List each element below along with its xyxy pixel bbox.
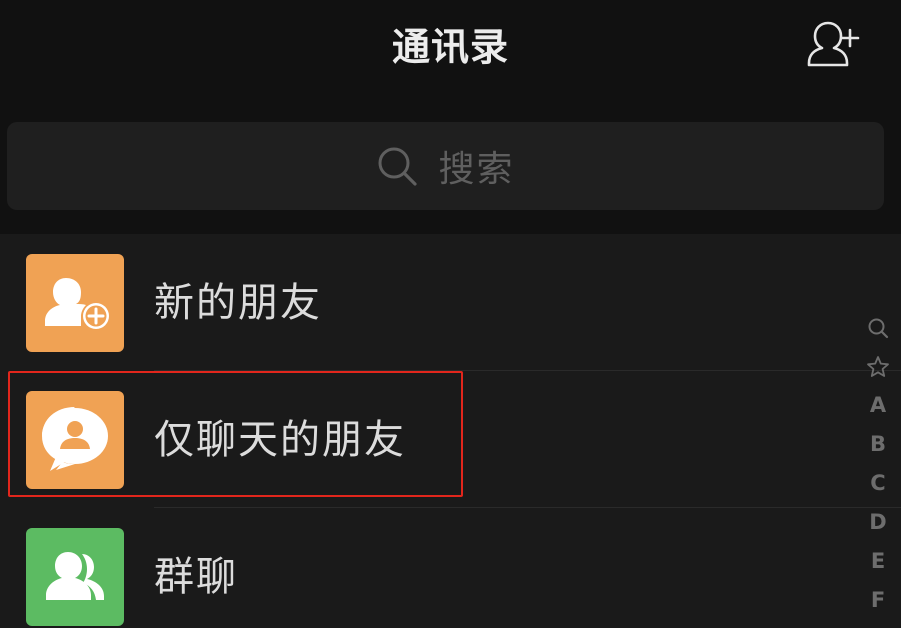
avatar [26,391,124,489]
search-placeholder: 搜索 [438,149,515,190]
list-item-group-chats[interactable]: 群聊 [0,508,901,628]
page-title: 通讯录 [391,25,509,69]
add-contact-button[interactable] [802,16,866,72]
list-item-label: 仅聊天的朋友 [154,417,406,463]
contacts-screen: 通讯录 搜索 新的朋友 仅聊天的朋友 群聊 A B C D E F [0,0,901,628]
list-item-label: 群聊 [154,554,238,600]
list-item-label: 新的朋友 [154,280,322,326]
index-letter[interactable]: B [862,425,894,464]
avatar [26,254,124,352]
list-item-new-friends[interactable]: 新的朋友 [0,234,901,370]
index-star-icon[interactable] [862,347,894,386]
index-search-icon[interactable] [862,308,894,347]
contacts-list: 新的朋友 仅聊天的朋友 群聊 [0,234,901,628]
header: 通讯录 [0,0,901,92]
avatar [26,528,124,626]
list-item-chat-only-friends[interactable]: 仅聊天的朋友 [0,371,901,507]
group-chat-icon [46,552,104,600]
search-content: 搜索 [376,140,514,192]
index-letter[interactable]: A [862,386,894,425]
add-contact-icon [807,21,860,67]
index-bar[interactable]: A B C D E F [862,308,894,620]
search-bar[interactable]: 搜索 [7,122,884,210]
chat-only-friend-icon [42,407,108,471]
search-icon [378,147,418,186]
index-letter[interactable]: F [862,581,894,620]
index-letter[interactable]: D [862,503,894,542]
index-letter[interactable]: E [862,542,894,581]
add-friend-icon [45,278,109,329]
index-letter[interactable]: C [862,464,894,503]
